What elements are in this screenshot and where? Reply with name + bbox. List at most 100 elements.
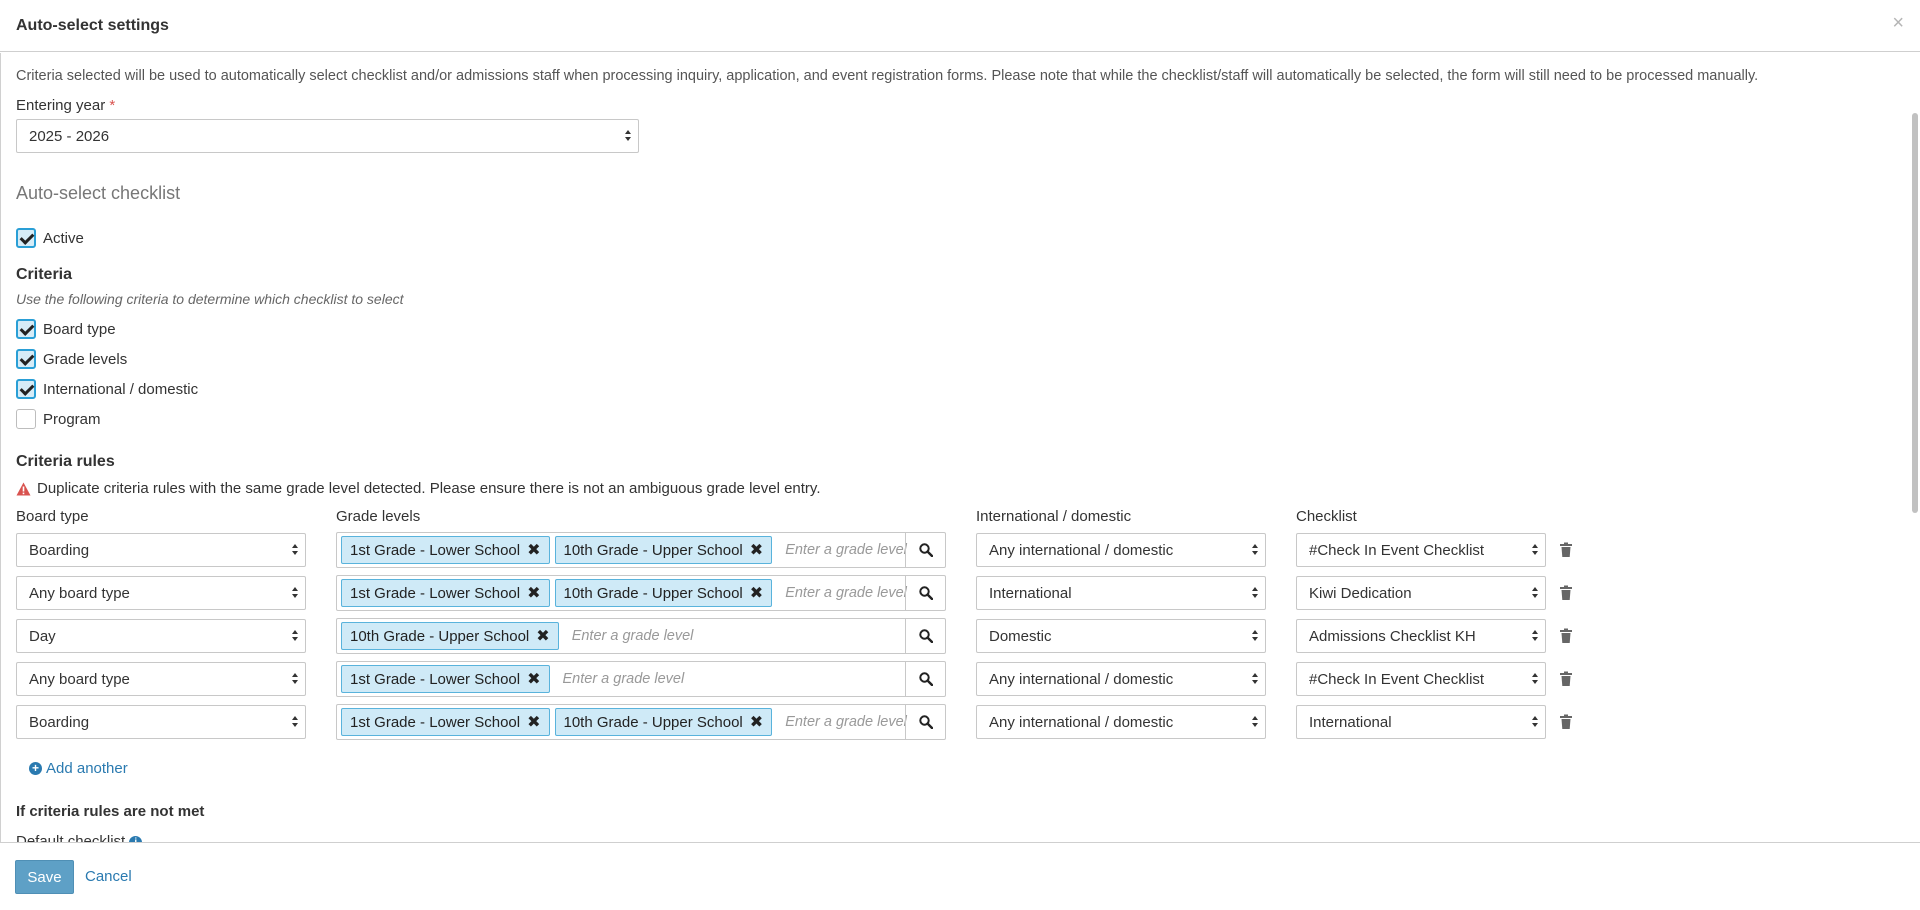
remove-tag-icon[interactable]: ✖: [750, 540, 763, 560]
intl-domestic-checkbox[interactable]: [16, 379, 36, 399]
remove-tag-icon[interactable]: ✖: [527, 583, 540, 603]
select-caret-icon: [1251, 629, 1259, 643]
row-4-intl-select[interactable]: Any international / domestic: [976, 662, 1266, 696]
grade-level-input[interactable]: Enter a grade level: [564, 628, 694, 644]
row-1-intl-value: Any international / domestic: [989, 541, 1174, 559]
board-type-label: Board type: [43, 320, 116, 338]
select-caret-icon: [624, 129, 632, 143]
row-5-grade-levels[interactable]: 1st Grade - Lower School ✖ 10th Grade - U…: [336, 704, 946, 740]
dialog-body[interactable]: Criteria selected will be used to automa…: [0, 53, 1920, 842]
col-grade-levels: Grade levels: [336, 508, 421, 525]
row-1-board-type-value: Boarding: [29, 541, 90, 559]
trash-icon[interactable]: [1559, 542, 1573, 558]
cancel-button[interactable]: Cancel: [85, 868, 132, 885]
warning-icon: [16, 482, 31, 495]
save-button[interactable]: Save: [15, 860, 74, 894]
row-3-checklist-value: Admissions Checklist KH: [1309, 627, 1476, 645]
search-button[interactable]: [905, 576, 945, 610]
criteria-rules-heading: Criteria rules: [16, 453, 115, 470]
grade-tag: 1st Grade - Lower School ✖: [341, 536, 550, 564]
search-icon: [918, 672, 933, 686]
search-button[interactable]: [905, 619, 945, 653]
criteria-board-type-row[interactable]: Board type: [16, 319, 116, 339]
row-5-intl-value: Any international / domestic: [989, 713, 1174, 731]
trash-icon[interactable]: [1559, 714, 1573, 730]
grade-level-input[interactable]: Enter a grade level: [777, 585, 907, 601]
active-checkbox[interactable]: [16, 228, 36, 248]
grade-level-input[interactable]: Enter a grade level: [777, 714, 907, 730]
row-4-grade-levels[interactable]: 1st Grade - Lower School ✖ Enter a grade …: [336, 661, 946, 697]
dialog-header: Auto-select settings ×: [0, 0, 1920, 52]
row-2-grade-levels[interactable]: 1st Grade - Lower School ✖ 10th Grade - U…: [336, 575, 946, 611]
row-1-board-type-select[interactable]: Boarding: [16, 533, 306, 567]
remove-tag-icon[interactable]: ✖: [527, 540, 540, 560]
row-2-board-type-select[interactable]: Any board type: [16, 576, 306, 610]
row-1-checklist-value: #Check In Event Checklist: [1309, 541, 1485, 559]
program-checkbox[interactable]: [16, 409, 36, 429]
row-5-board-type-value: Boarding: [29, 713, 90, 731]
grade-tag: 10th Grade - Upper School ✖: [554, 708, 773, 736]
grade-level-input[interactable]: Enter a grade level: [777, 542, 907, 558]
intl-domestic-label: International / domestic: [43, 380, 199, 398]
grade-tag-label: 10th Grade - Upper School: [563, 713, 743, 731]
search-icon: [918, 543, 933, 557]
trash-icon[interactable]: [1559, 671, 1573, 687]
select-caret-icon: [1251, 543, 1259, 557]
dialog-footer: Save Cancel: [0, 842, 1920, 910]
trash-icon[interactable]: [1559, 628, 1573, 644]
row-3-checklist-select[interactable]: Admissions Checklist KH: [1296, 619, 1546, 653]
grade-tag-label: 1st Grade - Lower School: [350, 541, 521, 559]
criteria-program-row[interactable]: Program: [16, 409, 101, 429]
grade-tag-label: 1st Grade - Lower School: [350, 584, 521, 602]
entering-year-value: 2025 - 2026: [29, 127, 110, 145]
remove-tag-icon[interactable]: ✖: [750, 712, 763, 732]
remove-tag-icon[interactable]: ✖: [527, 712, 540, 732]
row-2-checklist-select[interactable]: Kiwi Dedication: [1296, 576, 1546, 610]
criteria-grade-levels-row[interactable]: Grade levels: [16, 349, 127, 369]
active-label: Active: [43, 229, 84, 247]
active-checkbox-row[interactable]: Active: [16, 228, 84, 248]
select-caret-icon: [291, 586, 299, 600]
row-3-intl-select[interactable]: Domestic: [976, 619, 1266, 653]
row-4-checklist-select[interactable]: #Check In Event Checklist: [1296, 662, 1546, 696]
grade-level-input[interactable]: Enter a grade level: [555, 671, 685, 687]
remove-tag-icon[interactable]: ✖: [536, 626, 549, 646]
criteria-intl-domestic-row[interactable]: International / domestic: [16, 379, 198, 399]
row-5-checklist-value: International: [1309, 713, 1392, 731]
grade-tag-label: 1st Grade - Lower School: [350, 713, 521, 731]
entering-year-select[interactable]: 2025 - 2026: [16, 119, 639, 153]
criteria-heading: Criteria: [16, 266, 73, 283]
grade-tag: 1st Grade - Lower School ✖: [341, 665, 550, 693]
remove-tag-icon[interactable]: ✖: [527, 669, 540, 689]
scrollbar-thumb[interactable]: [1912, 113, 1918, 513]
search-button[interactable]: [905, 662, 945, 696]
auto-select-checklist-heading: Auto-select checklist: [16, 183, 181, 203]
row-1-grade-levels[interactable]: 1st Grade - Lower School ✖ 10th Grade - U…: [336, 532, 946, 568]
board-type-checkbox[interactable]: [16, 319, 36, 339]
row-3-board-type-select[interactable]: Day: [16, 619, 306, 653]
row-1-intl-select[interactable]: Any international / domestic: [976, 533, 1266, 567]
col-checklist: Checklist: [1296, 508, 1357, 525]
search-button[interactable]: [905, 705, 945, 739]
row-1-checklist-select[interactable]: #Check In Event Checklist: [1296, 533, 1546, 567]
search-icon: [918, 629, 933, 643]
remove-tag-icon[interactable]: ✖: [750, 583, 763, 603]
select-caret-icon: [1531, 715, 1539, 729]
grade-tag-label: 10th Grade - Upper School: [563, 541, 743, 559]
row-2-intl-select[interactable]: International: [976, 576, 1266, 610]
add-another-link[interactable]: + Add another: [29, 760, 128, 777]
default-checklist-text: Default checklist: [16, 833, 126, 842]
trash-icon[interactable]: [1559, 585, 1573, 601]
duplicate-warning: Duplicate criteria rules with the same g…: [16, 480, 821, 497]
row-4-board-type-select[interactable]: Any board type: [16, 662, 306, 696]
program-label: Program: [43, 410, 101, 428]
row-5-intl-select[interactable]: Any international / domestic: [976, 705, 1266, 739]
row-3-grade-levels[interactable]: 10th Grade - Upper School ✖ Enter a grade…: [336, 618, 946, 654]
required-mark: *: [109, 97, 116, 114]
close-icon[interactable]: ×: [1892, 13, 1904, 33]
search-button[interactable]: [905, 533, 945, 567]
row-5-board-type-select[interactable]: Boarding: [16, 705, 306, 739]
row-5-checklist-select[interactable]: International: [1296, 705, 1546, 739]
grade-levels-checkbox[interactable]: [16, 349, 36, 369]
search-icon: [918, 715, 933, 729]
